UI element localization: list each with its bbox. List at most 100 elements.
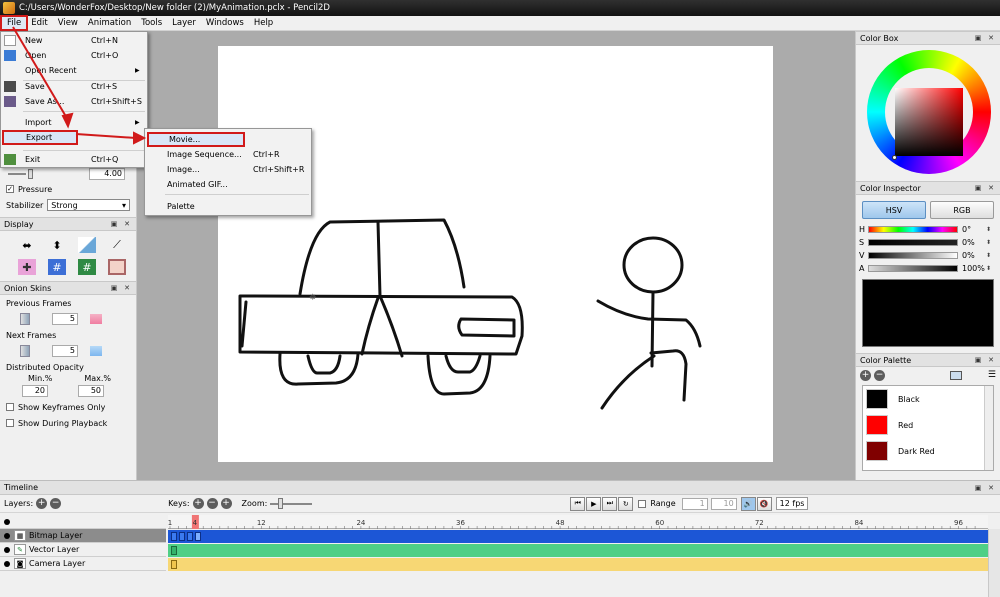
value-slider[interactable] bbox=[868, 252, 958, 259]
export-image-sequence[interactable]: Image Sequence... Ctrl+R bbox=[145, 147, 311, 162]
spin-arrows-icon[interactable]: ⬍ bbox=[986, 252, 991, 259]
palette-scrollbar[interactable] bbox=[984, 386, 993, 470]
float-panel-icon[interactable]: ▣ bbox=[973, 484, 983, 492]
file-menu-save-as[interactable]: Save As... Ctrl+Shift+S bbox=[1, 94, 147, 109]
jump-start-icon[interactable]: ⏮ bbox=[570, 496, 586, 511]
float-panel-icon[interactable]: ▣ bbox=[973, 356, 983, 364]
onion-prev-icon[interactable]: ✚ bbox=[18, 259, 36, 275]
grid-blue-icon[interactable]: # bbox=[48, 259, 66, 275]
color-picker-handle[interactable] bbox=[892, 155, 897, 160]
keyframe[interactable] bbox=[171, 532, 177, 541]
during-playback-checkbox[interactable] bbox=[6, 419, 14, 427]
size-value[interactable]: 4.00 bbox=[89, 168, 125, 180]
next-color-swatch[interactable] bbox=[90, 346, 102, 356]
track-bitmap[interactable] bbox=[168, 530, 988, 543]
menu-file[interactable]: File bbox=[0, 15, 29, 31]
fps-spin[interactable]: 12 fps bbox=[775, 497, 809, 510]
layer-row-vector[interactable]: ✎ Vector Layer bbox=[0, 543, 166, 557]
remove-color-icon[interactable]: − bbox=[874, 369, 885, 381]
zoom-slider-handle[interactable] bbox=[278, 497, 284, 509]
close-panel-icon[interactable]: ✕ bbox=[986, 484, 996, 492]
zoom-slider[interactable] bbox=[270, 497, 313, 509]
menu-view[interactable]: View bbox=[53, 17, 83, 29]
palette-item-black[interactable]: Black bbox=[863, 386, 993, 412]
grid-green-icon[interactable]: # bbox=[78, 259, 96, 275]
remove-key-icon[interactable]: − bbox=[206, 498, 218, 509]
float-panel-icon[interactable]: ▣ bbox=[973, 184, 983, 192]
export-image[interactable]: Image... Ctrl+Shift+R bbox=[145, 162, 311, 177]
spin-arrows-icon[interactable]: ⬍ bbox=[986, 265, 991, 272]
saturation-value-square[interactable] bbox=[895, 88, 963, 156]
menu-edit[interactable]: Edit bbox=[26, 17, 52, 29]
next-frames-spin[interactable]: 5 bbox=[52, 345, 78, 357]
hue-slider[interactable] bbox=[868, 226, 958, 233]
file-menu-open-recent[interactable]: Open Recent ▶ bbox=[1, 63, 147, 78]
stabilizer-select[interactable]: Strong ▾ bbox=[47, 199, 130, 211]
file-menu-export[interactable]: Export bbox=[2, 130, 78, 145]
palette-item-red[interactable]: Red bbox=[863, 412, 993, 438]
size-slider-handle[interactable] bbox=[28, 169, 33, 179]
menu-help[interactable]: Help bbox=[249, 17, 278, 29]
visibility-eye-icon[interactable] bbox=[4, 532, 10, 539]
layer-row-camera[interactable]: ◙ Camera Layer bbox=[0, 557, 166, 571]
keyframe[interactable] bbox=[187, 532, 193, 541]
previous-frames-spin[interactable]: 5 bbox=[52, 313, 78, 325]
visibility-eye-icon[interactable] bbox=[4, 546, 10, 553]
layer-row-bitmap[interactable]: ▦ Bitmap Layer bbox=[0, 529, 166, 543]
range-end-spin[interactable]: 10 bbox=[710, 497, 737, 510]
range-checkbox[interactable] bbox=[638, 499, 647, 508]
hsv-mode-button[interactable]: HSV bbox=[862, 201, 926, 219]
export-movie[interactable]: Movie... bbox=[147, 132, 245, 147]
onion-prev-toggle-icon[interactable] bbox=[20, 313, 30, 325]
close-panel-icon[interactable]: ✕ bbox=[986, 184, 996, 192]
keyframes-only-checkbox[interactable] bbox=[6, 403, 14, 411]
spin-arrows-icon[interactable]: ⬍ bbox=[986, 239, 991, 246]
menu-windows[interactable]: Windows bbox=[201, 17, 249, 29]
overlay-diagonal-icon[interactable] bbox=[78, 237, 96, 253]
timeline-scrollbar[interactable] bbox=[988, 529, 1000, 597]
file-menu-save[interactable]: Save Ctrl+S bbox=[1, 79, 147, 94]
close-panel-icon[interactable]: ✕ bbox=[986, 356, 996, 364]
drawing-canvas[interactable] bbox=[218, 46, 773, 462]
menu-tools[interactable]: Tools bbox=[136, 17, 167, 29]
thin-lines-icon[interactable]: ⟋ bbox=[108, 237, 126, 253]
palette-view-icon[interactable] bbox=[949, 370, 962, 380]
loop-icon[interactable]: ↻ bbox=[618, 496, 634, 511]
menu-animation[interactable]: Animation bbox=[83, 17, 136, 29]
add-color-icon[interactable]: + bbox=[860, 369, 871, 381]
file-menu-import[interactable]: Import ▶ bbox=[1, 115, 147, 130]
close-panel-icon[interactable]: ✕ bbox=[986, 34, 996, 42]
float-panel-icon[interactable]: ▣ bbox=[109, 284, 119, 292]
alpha-slider[interactable] bbox=[868, 265, 958, 272]
file-menu-exit[interactable]: Exit Ctrl+Q bbox=[1, 152, 147, 167]
float-panel-icon[interactable]: ▣ bbox=[973, 34, 983, 42]
duplicate-key-icon[interactable]: + bbox=[220, 498, 232, 509]
saturation-slider[interactable] bbox=[868, 239, 958, 246]
canvas-area[interactable]: ✵ bbox=[137, 31, 855, 480]
spin-arrows-icon[interactable]: ⬍ bbox=[986, 226, 991, 233]
frame-ruler[interactable]: 1 4 12 24 36 48 60 72 84 96 bbox=[168, 515, 988, 529]
close-panel-icon[interactable]: ✕ bbox=[122, 220, 132, 228]
keyframe[interactable] bbox=[171, 546, 177, 555]
previous-color-swatch[interactable] bbox=[90, 314, 102, 324]
visibility-eye-icon[interactable] bbox=[4, 560, 10, 567]
palette-menu-icon[interactable]: ☰ bbox=[988, 370, 996, 380]
min-opacity-spin[interactable]: 20 bbox=[22, 385, 48, 397]
remove-layer-icon[interactable]: − bbox=[50, 498, 62, 509]
float-panel-icon[interactable]: ▣ bbox=[109, 220, 119, 228]
flip-horizontal-icon[interactable]: ⬌ bbox=[18, 237, 36, 253]
camera-frame-icon[interactable] bbox=[108, 259, 126, 275]
range-start-spin[interactable]: 1 bbox=[681, 497, 708, 510]
menu-layer[interactable]: Layer bbox=[167, 17, 201, 29]
pressure-checkbox[interactable]: ✓ bbox=[6, 185, 14, 193]
close-panel-icon[interactable]: ✕ bbox=[122, 284, 132, 292]
add-layer-icon[interactable]: + bbox=[36, 498, 48, 509]
max-opacity-spin[interactable]: 50 bbox=[78, 385, 104, 397]
jump-end-icon[interactable]: ⏭ bbox=[602, 496, 618, 511]
visibility-all-icon[interactable] bbox=[4, 518, 10, 525]
track-camera[interactable] bbox=[168, 558, 988, 571]
export-palette[interactable]: Palette bbox=[145, 199, 311, 214]
keyframe[interactable] bbox=[195, 532, 201, 541]
palette-item-dark-red[interactable]: Dark Red bbox=[863, 438, 993, 464]
add-key-icon[interactable]: + bbox=[192, 498, 204, 509]
